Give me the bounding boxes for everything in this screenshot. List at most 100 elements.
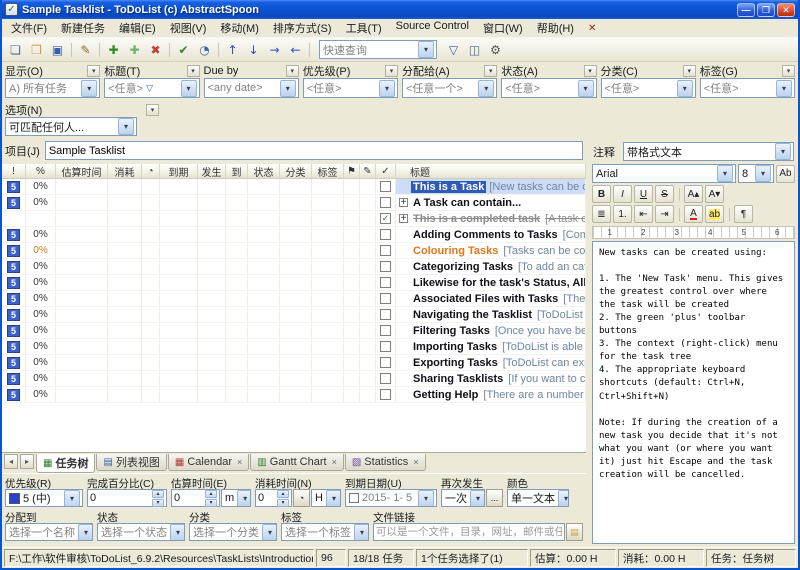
quick-find-combo[interactable]: 快速查询 <box>319 40 437 59</box>
format-button[interactable] <box>676 185 682 203</box>
due-date-picker[interactable]: 2015- 1- 5 <box>345 489 437 507</box>
expand-icon[interactable] <box>399 374 408 383</box>
task-checkbox[interactable] <box>380 373 391 384</box>
task-row[interactable]: 5 0% <box>2 355 586 371</box>
mdi-close-icon[interactable]: ✕ <box>583 23 601 34</box>
toolbar-button[interactable] <box>215 40 222 60</box>
tag-combo[interactable]: 选择一个标签 <box>281 523 369 541</box>
column-header[interactable]: 标签 <box>312 164 344 178</box>
strikethrough-icon[interactable]: S <box>655 185 674 203</box>
filelink-input[interactable] <box>373 523 565 541</box>
menu-item[interactable]: 文件(F) <box>4 19 54 37</box>
column-header[interactable]: ✎ <box>360 164 376 178</box>
task-checkbox[interactable] <box>380 181 391 192</box>
task-row[interactable]: 5 0% <box>2 307 586 323</box>
category-combo[interactable]: 选择一个分类 <box>189 523 277 541</box>
task-checkbox[interactable]: ✓ <box>380 213 391 224</box>
filter-combo[interactable]: <任意> <box>501 78 596 98</box>
column-header[interactable]: 估算时间 <box>56 164 108 178</box>
percent-spinner[interactable]: 0 <box>87 489 167 507</box>
font-color-icon[interactable]: A <box>684 205 703 223</box>
font-name-combo[interactable]: Arial <box>592 164 736 183</box>
tab-scroll-left-icon[interactable] <box>4 454 18 469</box>
column-header[interactable]: ! <box>2 164 26 178</box>
filter-combo[interactable]: <任意一个> <box>402 78 497 98</box>
column-header[interactable]: 标题 <box>396 164 586 178</box>
delete-task-icon[interactable]: ✖ <box>145 40 166 60</box>
filter-combo[interactable]: <任意> ▽ <box>104 78 199 98</box>
filter-options-button[interactable] <box>187 65 200 77</box>
recurrence-more-button[interactable]: ... <box>486 489 503 507</box>
assign-combo[interactable]: 选择一个名称 <box>5 523 93 541</box>
filter-combo[interactable]: <任意> <box>303 78 398 98</box>
menu-item[interactable]: 编辑(E) <box>112 19 163 37</box>
outdent-task-icon[interactable]: ← <box>285 40 306 60</box>
maximize-button[interactable]: ❐ <box>757 3 775 17</box>
menu-item[interactable]: 窗口(W) <box>476 19 530 37</box>
task-row[interactable]: 5 0% <box>2 323 586 339</box>
recurrence-combo[interactable]: 一次 <box>441 489 485 507</box>
task-row[interactable]: 5 0% <box>2 195 586 211</box>
expand-icon[interactable]: + <box>399 198 408 207</box>
bullet-list-icon[interactable]: ≣ <box>592 205 611 223</box>
spinner-buttons[interactable] <box>277 490 289 507</box>
estimate-spinner[interactable]: 0 <box>171 489 220 507</box>
column-header[interactable]: 分类 <box>280 164 312 178</box>
task-checkbox[interactable] <box>380 197 391 208</box>
view-tab[interactable]: ▧ Statistics × <box>345 454 426 471</box>
view-tab[interactable]: ▥ Gantt Chart × <box>250 454 344 471</box>
tab-close-icon[interactable]: × <box>237 457 242 467</box>
filter-options-button[interactable] <box>286 65 299 77</box>
task-row[interactable]: 5 0% <box>2 387 586 403</box>
task-row[interactable]: 5 0% <box>2 243 586 259</box>
tab-close-icon[interactable]: × <box>413 457 418 467</box>
outdent-icon[interactable]: ⇤ <box>634 205 653 223</box>
options-combo[interactable]: 可匹配任何人... <box>5 117 137 136</box>
font-size-combo[interactable]: 8 <box>738 164 774 183</box>
highlight-color-icon[interactable]: ab <box>705 205 724 223</box>
new-subtask-icon[interactable]: ✚ <box>124 40 145 60</box>
columns-icon[interactable]: ◫ <box>464 40 485 60</box>
filter-options-button[interactable] <box>584 65 597 77</box>
task-row[interactable]: 5 0% <box>2 179 586 195</box>
paragraph-marks-icon[interactable]: ¶ <box>734 205 753 223</box>
indent-task-icon[interactable]: → <box>264 40 285 60</box>
spinner-buttons[interactable] <box>205 490 217 507</box>
task-row[interactable]: 5 0% <box>2 259 586 275</box>
column-header[interactable]: 到 <box>226 164 248 178</box>
menu-item[interactable]: 排序方式(S) <box>266 19 339 37</box>
save-tasklist-icon[interactable]: ▣ <box>47 40 68 60</box>
new-task-icon[interactable]: ✚ <box>103 40 124 60</box>
move-task-down-icon[interactable]: ↓ <box>243 40 264 60</box>
column-header[interactable]: ⚑ <box>344 164 360 178</box>
task-checkbox[interactable] <box>380 245 391 256</box>
toolbar-button[interactable] <box>96 40 103 60</box>
task-checkbox[interactable] <box>380 293 391 304</box>
format-button[interactable] <box>676 205 682 223</box>
underline-icon[interactable]: U <box>634 185 653 203</box>
task-row[interactable]: 5 0% <box>2 371 586 387</box>
filter-combo[interactable]: <任意> <box>700 78 795 98</box>
options-menu-button[interactable] <box>146 104 159 116</box>
expand-icon[interactable] <box>399 390 408 399</box>
menu-item[interactable]: 帮助(H) <box>530 19 581 37</box>
priority-combo[interactable]: 5 (中) <box>5 489 83 507</box>
estimate-unit-combo[interactable]: m <box>221 489 251 507</box>
expand-icon[interactable] <box>399 326 408 335</box>
expand-icon[interactable] <box>399 342 408 351</box>
preferences-icon[interactable]: ⚙ <box>485 40 506 60</box>
task-checkbox[interactable] <box>380 277 391 288</box>
column-header[interactable]: ✓ <box>376 164 396 178</box>
comments-editor[interactable]: New tasks can be created using: 1. The '… <box>592 241 795 544</box>
column-header[interactable]: % <box>26 164 56 178</box>
menu-item[interactable]: 工具(T) <box>339 19 389 37</box>
task-checkbox[interactable] <box>380 229 391 240</box>
menu-item[interactable]: 新建任务 <box>54 19 112 37</box>
expand-icon[interactable] <box>399 294 408 303</box>
column-header[interactable]: 到期 <box>160 164 198 178</box>
spent-spinner[interactable]: 0 <box>255 489 292 507</box>
toolbar-button[interactable] <box>306 40 313 60</box>
task-checkbox[interactable] <box>380 309 391 320</box>
grow-font-icon[interactable]: A▴ <box>684 185 703 203</box>
shrink-font-icon[interactable]: A▾ <box>705 185 724 203</box>
